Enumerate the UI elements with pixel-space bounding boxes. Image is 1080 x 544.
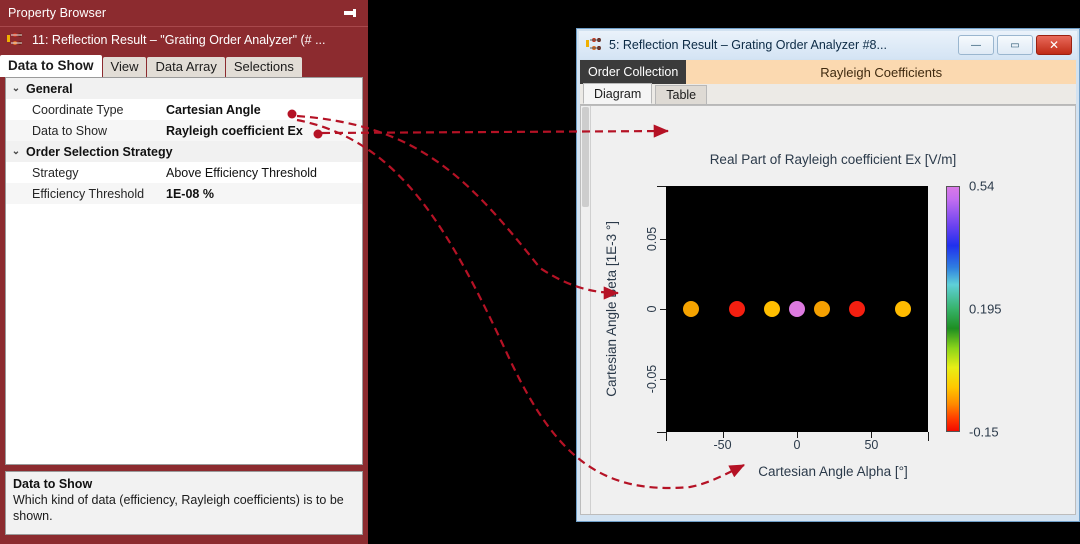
data-point[interactable]: [683, 301, 699, 317]
y-axis-title-text: Cartesian Angle Beta [1E-3 °]: [604, 221, 619, 397]
chart-title: Real Part of Rayleigh coefficient Ex [V/…: [591, 152, 1075, 167]
property-label-strategy: Strategy: [6, 166, 166, 180]
chart: Real Part of Rayleigh coefficient Ex [V/…: [591, 106, 1075, 514]
y-axis-end-tick: [657, 186, 666, 187]
y-tick-label: 0: [645, 306, 659, 313]
chevron-down-icon[interactable]: ⌄: [6, 146, 26, 157]
colorbar-tick-label: 0.195: [969, 302, 1002, 317]
minimize-button[interactable]: —: [958, 35, 994, 55]
x-tick-label: 50: [864, 438, 878, 452]
x-axis-title: Cartesian Angle Alpha [°]: [591, 464, 1075, 479]
property-browser-titlebar: Property Browser: [0, 0, 368, 27]
property-row-data-to-show[interactable]: Data to Show Rayleigh coefficient Ex: [6, 120, 362, 141]
grating-order-analyzer-icon: [6, 32, 24, 48]
colorbar-tick-label: -0.15: [969, 425, 999, 440]
data-point[interactable]: [895, 301, 911, 317]
property-value-data-to-show[interactable]: Rayleigh coefficient Ex: [166, 124, 362, 138]
x-tick-label: 0: [794, 438, 801, 452]
close-button[interactable]: ✕: [1036, 35, 1072, 55]
x-axis-tick-labels: -50 0 50: [666, 438, 928, 454]
data-point[interactable]: [814, 301, 830, 317]
order-collection-label: Order Collection: [580, 60, 686, 84]
diagram-panel: Real Part of Rayleigh coefficient Ex [V/…: [580, 105, 1076, 515]
result-window-tabs: Diagram Table: [580, 84, 1076, 105]
property-label-efficiency-threshold: Efficiency Threshold: [6, 187, 166, 201]
y-tick: [660, 379, 666, 380]
scrollbar-thumb[interactable]: [582, 107, 589, 207]
property-browser-panel: Property Browser 11: Reflection Result –…: [0, 0, 368, 544]
property-value-strategy[interactable]: Above Efficiency Threshold: [166, 166, 362, 180]
x-tick-label: -50: [714, 438, 732, 452]
y-tick: [660, 309, 666, 310]
y-tick: [660, 239, 666, 240]
property-row-strategy[interactable]: Strategy Above Efficiency Threshold: [6, 162, 362, 183]
pin-icon[interactable]: [342, 6, 358, 20]
data-point[interactable]: [729, 301, 745, 317]
property-grid: ⌄ General Coordinate Type Cartesian Angl…: [5, 77, 363, 465]
property-label-coordinate-type: Coordinate Type: [6, 103, 166, 117]
tab-table[interactable]: Table: [655, 85, 707, 104]
data-point[interactable]: [789, 301, 805, 317]
property-value-coordinate-type[interactable]: Cartesian Angle: [166, 103, 362, 117]
y-tick-label: 0.05: [645, 227, 659, 251]
y-axis-tick-labels: 0.05 0 -0.05: [631, 186, 659, 432]
property-browser-tabs: Data to Show View Data Array Selections: [0, 55, 368, 77]
tab-diagram[interactable]: Diagram: [583, 83, 652, 104]
plot-area[interactable]: [666, 186, 928, 432]
colorbar-tick-label: 0.54: [969, 179, 994, 194]
y-axis-title: Cartesian Angle Beta [1E-3 °]: [601, 186, 621, 432]
property-browser-document-label: 11: Reflection Result – "Grating Order A…: [32, 33, 326, 47]
property-row-coordinate-type[interactable]: Coordinate Type Cartesian Angle: [6, 99, 362, 120]
help-body: Which kind of data (efficiency, Rayleigh…: [13, 492, 355, 524]
colorbar: [946, 186, 960, 432]
property-browser-document-row[interactable]: 11: Reflection Result – "Grating Order A…: [0, 27, 368, 53]
grating-order-analyzer-icon: [585, 37, 603, 53]
y-axis-end-tick: [657, 432, 666, 433]
help-title: Data to Show: [13, 477, 355, 491]
x-axis-end-tick: [928, 432, 929, 441]
tab-view[interactable]: View: [103, 57, 147, 77]
help-pane: Data to Show Which kind of data (efficie…: [5, 471, 363, 535]
vertical-scrollbar[interactable]: [581, 106, 591, 514]
tab-data-array[interactable]: Data Array: [147, 57, 224, 77]
property-group-label: General: [26, 82, 73, 96]
rayleigh-coefficients-label: Rayleigh Coefficients: [686, 60, 1076, 84]
data-point[interactable]: [849, 301, 865, 317]
property-browser-title: Property Browser: [8, 6, 106, 20]
property-group-order-selection-strategy[interactable]: ⌄ Order Selection Strategy: [6, 141, 362, 162]
maximize-button[interactable]: ▭: [997, 35, 1033, 55]
property-label-data-to-show: Data to Show: [6, 124, 166, 138]
result-window-title: 5: Reflection Result – Grating Order Ana…: [609, 38, 958, 52]
property-group-general[interactable]: ⌄ General: [6, 78, 362, 99]
result-window: 5: Reflection Result – Grating Order Ana…: [576, 28, 1080, 522]
result-window-header-strip: Order Collection Rayleigh Coefficients: [580, 60, 1076, 84]
y-tick-label: -0.05: [645, 365, 659, 394]
result-window-titlebar[interactable]: 5: Reflection Result – Grating Order Ana…: [579, 31, 1077, 59]
property-row-efficiency-threshold[interactable]: Efficiency Threshold 1E-08 %: [6, 183, 362, 204]
data-point[interactable]: [764, 301, 780, 317]
tab-data-to-show[interactable]: Data to Show: [0, 55, 102, 77]
chevron-down-icon[interactable]: ⌄: [6, 83, 26, 94]
property-group-label: Order Selection Strategy: [26, 145, 173, 159]
property-value-efficiency-threshold[interactable]: 1E-08 %: [166, 187, 362, 201]
tab-selections[interactable]: Selections: [226, 57, 302, 77]
